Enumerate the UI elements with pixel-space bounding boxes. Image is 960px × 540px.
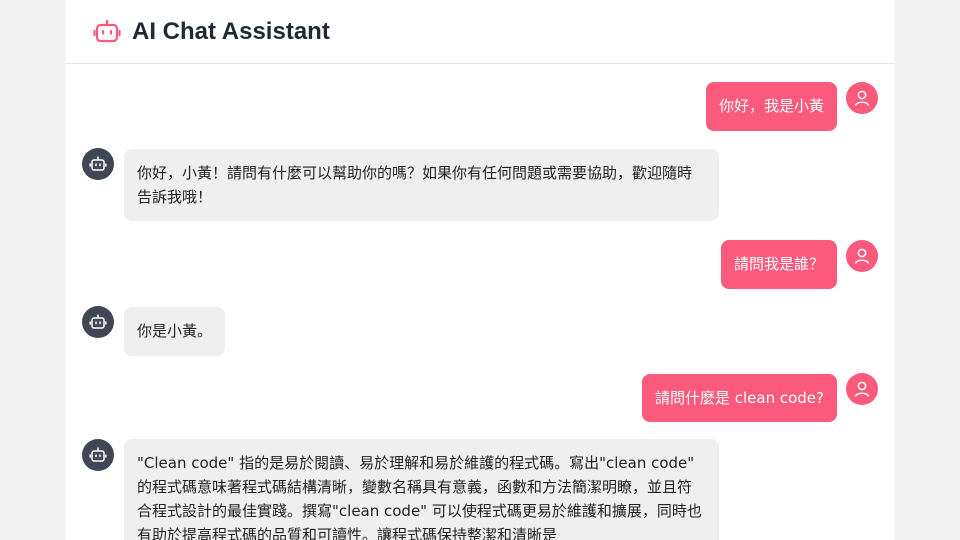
user-icon — [854, 248, 870, 264]
assistant-message: 你是小黃。 — [124, 307, 226, 356]
user-message: 請問什麼是 clean code? — [641, 374, 837, 422]
user-avatar — [846, 240, 878, 272]
robot-icon — [89, 156, 107, 171]
user-message: 請問我是誰？ — [720, 240, 837, 289]
assistant-message: 你好，小黃！請問有什麼可以幫助你的嗎？如果你有任何問題或需要協助，歡迎隨時告訴我… — [124, 149, 719, 221]
robot-icon — [89, 314, 107, 329]
message-bubble: 你好，我是小黃 — [705, 82, 837, 131]
app-header: AI Chat Assistant — [66, 0, 894, 64]
assistant-avatar — [82, 306, 114, 338]
user-avatar — [846, 373, 878, 405]
user-avatar — [846, 82, 878, 114]
assistant-message: "Clean code" 指的是易於閱讀、易於理解和易於維護的程式碼。寫出"cl… — [124, 439, 719, 540]
assistant-avatar — [82, 148, 114, 180]
assistant-avatar — [82, 439, 114, 471]
robot-icon — [93, 19, 121, 42]
user-icon — [854, 90, 870, 106]
app-title: AI Chat Assistant — [132, 17, 330, 45]
chat-window: AI Chat Assistant 你好，我是小黃 你好，小黃！請問有什麼可以幫… — [66, 0, 894, 540]
user-icon — [854, 381, 870, 397]
robot-icon — [89, 447, 107, 462]
